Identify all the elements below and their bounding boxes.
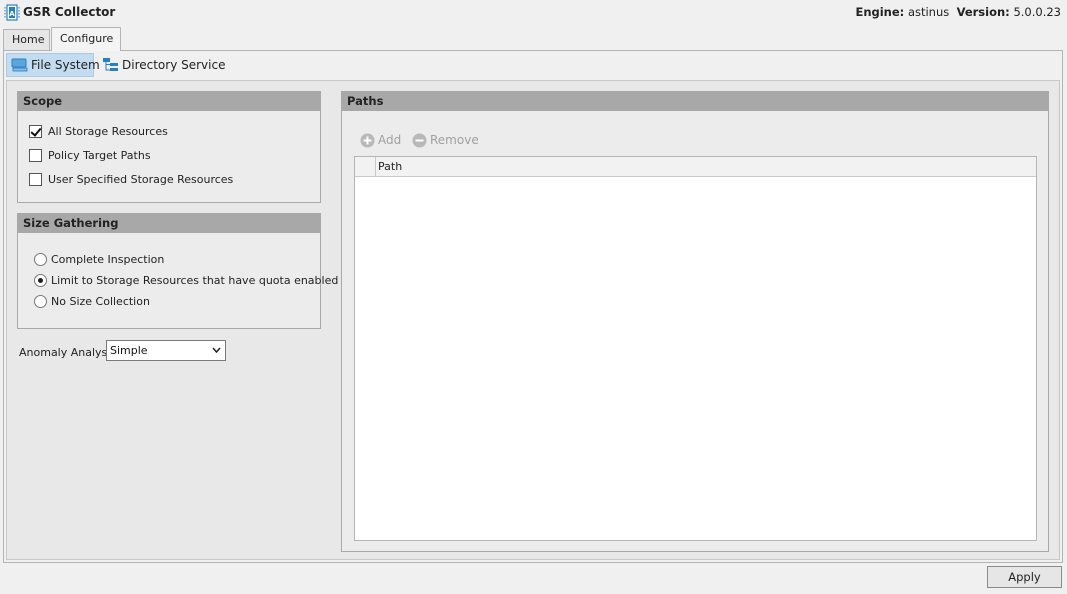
paths-group: Paths Add Remove Path	[341, 91, 1049, 552]
row-selector-header	[355, 157, 376, 176]
file-system-content: Scope All Storage Resources Policy Targe…	[6, 80, 1060, 560]
radio-no-size-collection[interactable]	[34, 295, 47, 308]
engine-value: astinus	[907, 5, 950, 19]
size-gathering-group: Size Gathering Complete Inspection Limit…	[17, 213, 338, 329]
checkbox-policy-target-paths[interactable]	[29, 149, 42, 162]
scope-option-label: User Specified Storage Resources	[48, 173, 234, 186]
anomaly-analysis-select[interactable]: Simple	[106, 340, 226, 361]
size-option-complete[interactable]: Complete Inspection	[34, 253, 164, 269]
version-value: 5.0.0.23	[1013, 5, 1061, 19]
engine-label: Engine:	[855, 5, 905, 19]
version-label: Version:	[956, 5, 1010, 19]
add-icon	[360, 133, 375, 148]
radio-complete-inspection[interactable]	[34, 253, 47, 266]
file-system-icon	[11, 58, 28, 72]
anomaly-analysis-value: Simple	[110, 344, 148, 357]
size-gathering-title: Size Gathering	[18, 214, 320, 233]
svg-text:A: A	[9, 10, 15, 18]
remove-path-label: Remove	[430, 133, 479, 147]
app-title: GSR Collector	[23, 5, 116, 19]
footer-bar: Apply	[0, 564, 1067, 594]
directory-service-icon	[103, 58, 118, 71]
radio-limit-to-quota[interactable]	[34, 274, 47, 287]
anomaly-analysis-label: Anomaly Analysis	[19, 346, 117, 359]
subnav-file-system-label: File System	[31, 58, 100, 72]
add-path-button[interactable]: Add	[360, 132, 401, 148]
size-option-label: Complete Inspection	[51, 253, 165, 266]
scope-title: Scope	[18, 92, 320, 111]
engine-info: Engine: astinus Version: 5.0.0.23	[855, 5, 1061, 19]
app-logo-icon: A	[4, 4, 20, 21]
checkbox-user-specified-storage-resources[interactable]	[29, 173, 42, 186]
path-column-header[interactable]: Path	[378, 160, 402, 173]
paths-table-header: Path	[355, 157, 1036, 177]
size-option-quota[interactable]: Limit to Storage Resources that have quo…	[34, 274, 338, 290]
scope-option-label: Policy Target Paths	[48, 149, 151, 162]
remove-path-button[interactable]: Remove	[412, 132, 479, 148]
subnav-file-system[interactable]: File System	[6, 53, 100, 77]
title-bar: A GSR Collector Engine: astinus Version:…	[0, 0, 1067, 26]
paths-table[interactable]: Path	[354, 156, 1037, 541]
scope-option-user[interactable]: User Specified Storage Resources	[29, 173, 233, 189]
size-option-label: No Size Collection	[51, 295, 150, 308]
size-option-label: Limit to Storage Resources that have quo…	[51, 274, 339, 287]
add-path-label: Add	[378, 133, 402, 147]
scope-group: Scope All Storage Resources Policy Targe…	[17, 91, 321, 203]
chevron-down-icon	[212, 347, 221, 353]
subnav-directory-service[interactable]: Directory Service	[98, 53, 225, 77]
scope-option-label: All Storage Resources	[48, 125, 168, 138]
apply-button[interactable]: Apply	[987, 566, 1062, 588]
size-option-none[interactable]: No Size Collection	[34, 295, 150, 311]
checkbox-all-storage-resources[interactable]	[29, 125, 42, 138]
scope-option-all[interactable]: All Storage Resources	[29, 125, 168, 141]
tab-configure[interactable]: Configure	[51, 27, 121, 51]
remove-icon	[412, 133, 427, 148]
scope-option-policy[interactable]: Policy Target Paths	[29, 149, 151, 165]
configure-panel: File System Directory Service Scope All …	[3, 50, 1063, 563]
tab-home[interactable]: Home	[3, 29, 50, 51]
paths-title: Paths	[342, 92, 1048, 111]
subnav-directory-service-label: Directory Service	[122, 58, 226, 72]
